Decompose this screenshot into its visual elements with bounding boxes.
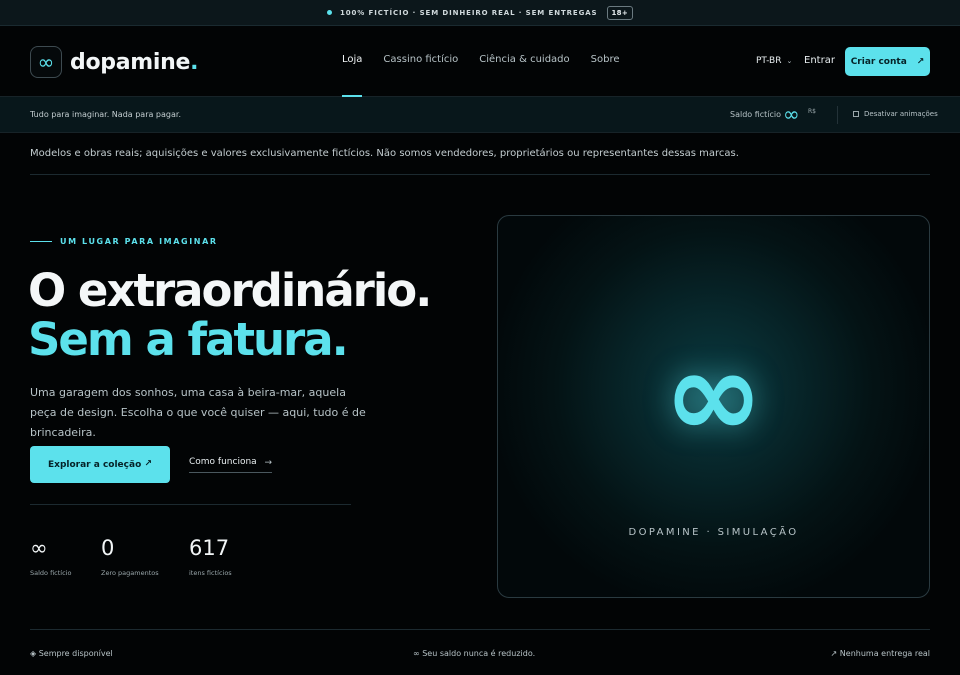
feature-balance-never-reduced: ∞ Seu saldo nunca é reduzido. bbox=[413, 649, 536, 658]
hero-eyebrow: UM LUGAR PARA IMAGINAR bbox=[30, 237, 218, 246]
divider bbox=[30, 174, 930, 175]
announcement-bar: 100% FICTÍCIO · SEM DINHEIRO REAL · SEM … bbox=[0, 0, 960, 26]
arrow-up-right-icon: ↗ bbox=[144, 459, 152, 469]
age-badge: 18+ bbox=[606, 5, 634, 20]
brand-logo[interactable]: ∞ dopamine. bbox=[30, 46, 198, 78]
site-header: ∞ dopamine. Loja Cassino fictício Ciênci… bbox=[0, 26, 960, 97]
status-dot-icon bbox=[326, 10, 332, 15]
how-it-works-link[interactable]: Como funciona → bbox=[189, 457, 272, 473]
stat-balance: ∞ Saldo fictício bbox=[30, 534, 71, 577]
feature-no-real-delivery: ↗ Nenhuma entrega real bbox=[830, 649, 930, 658]
stat-label: Zero pagamentos bbox=[101, 569, 159, 577]
how-it-works-label: Como funciona bbox=[189, 457, 257, 467]
feature-always-available: ◈ Sempre disponível bbox=[30, 649, 113, 658]
nav-item-loja[interactable]: Loja bbox=[342, 26, 363, 97]
balance-value: ∞ bbox=[783, 102, 800, 126]
signup-button[interactable]: Criar conta ↗ bbox=[845, 47, 930, 76]
arrow-right-icon: → bbox=[264, 458, 272, 468]
disclaimer-text: Modelos e obras reais; aquisições e valo… bbox=[30, 148, 739, 159]
divider bbox=[30, 629, 930, 630]
language-label: PT-BR bbox=[756, 56, 782, 66]
infinity-icon: ∞ bbox=[663, 326, 764, 465]
main-nav: Loja Cassino fictício Ciência & cuidado … bbox=[342, 26, 641, 97]
explore-button-label: Explorar a coleção bbox=[48, 459, 142, 470]
hero-visual-card: ∞ DOPAMINE · SIMULAÇÃO bbox=[497, 215, 930, 598]
stat-value: ∞ bbox=[30, 536, 48, 560]
stat-payments: 0 Zero pagamentos bbox=[101, 534, 159, 577]
brand-name: dopamine. bbox=[70, 49, 199, 75]
explore-collection-button[interactable]: Explorar a coleção ↗ bbox=[30, 446, 170, 483]
signup-button-label: Criar conta bbox=[850, 56, 907, 67]
nav-item-ciencia[interactable]: Ciência & cuidado bbox=[479, 26, 569, 97]
stat-items: 617 itens fictícios bbox=[189, 534, 232, 577]
checkbox[interactable] bbox=[853, 111, 859, 117]
disable-animations-toggle[interactable]: Desativar animações bbox=[853, 110, 938, 118]
language-selector[interactable]: PT-BR ⌄ bbox=[756, 56, 792, 66]
balance-label: Saldo fictício bbox=[730, 110, 782, 119]
login-link[interactable]: Entrar bbox=[804, 55, 835, 66]
announcement-text: 100% FICTÍCIO · SEM DINHEIRO REAL · SEM … bbox=[339, 8, 598, 17]
tagline: Tudo para imaginar. Nada para pagar. bbox=[30, 110, 181, 119]
chevron-down-icon: ⌄ bbox=[786, 57, 793, 65]
nav-item-sobre[interactable]: Sobre bbox=[591, 26, 620, 97]
hero-headline-line1: O extraordinário. bbox=[28, 264, 432, 317]
hero-description: Uma garagem dos sonhos, uma casa à beira… bbox=[30, 386, 366, 439]
divider bbox=[30, 504, 351, 505]
infinity-icon: ∞ bbox=[30, 46, 62, 78]
currency-label: R$ bbox=[808, 108, 816, 115]
divider bbox=[837, 106, 838, 124]
stat-label: Saldo fictício bbox=[30, 569, 72, 577]
stat-value: 0 bbox=[101, 536, 115, 560]
card-caption: DOPAMINE · SIMULAÇÃO bbox=[628, 527, 799, 538]
arrow-up-right-icon: ↗ bbox=[916, 56, 925, 67]
sub-bar: Tudo para imaginar. Nada para pagar. Sal… bbox=[0, 97, 960, 133]
nav-item-cassino[interactable]: Cassino fictício bbox=[383, 26, 458, 97]
eyebrow-line bbox=[30, 241, 52, 242]
stat-label: itens fictícios bbox=[189, 569, 232, 577]
stat-value: 617 bbox=[189, 536, 230, 560]
eyebrow-text: UM LUGAR PARA IMAGINAR bbox=[60, 237, 218, 246]
disable-animations-label: Desativar animações bbox=[864, 110, 938, 118]
hero-headline-line2: Sem a fatura. bbox=[28, 313, 349, 366]
